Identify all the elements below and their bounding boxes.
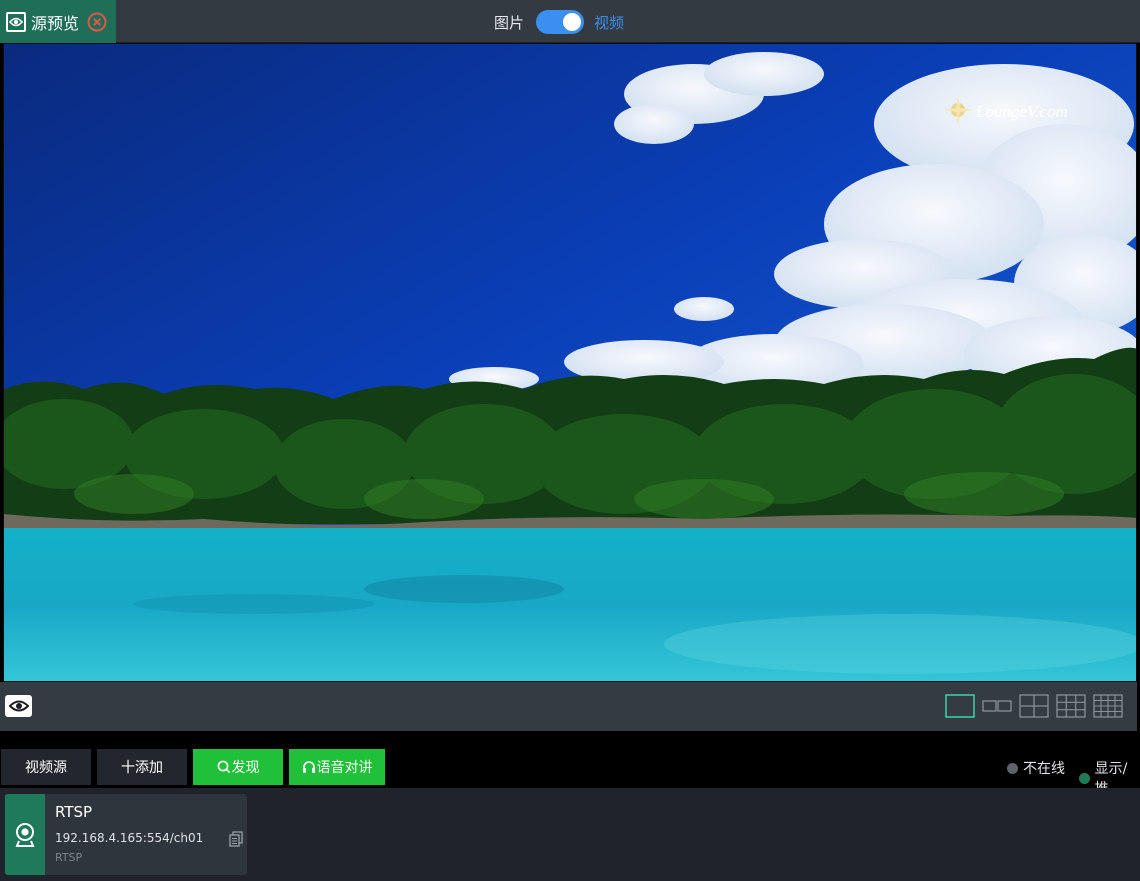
display-dot — [1079, 772, 1090, 784]
mode-toggle: 图片 视频 — [494, 9, 624, 35]
source-protocol: RTSP — [55, 851, 83, 864]
preview-image: LoungeV.com — [4, 44, 1136, 681]
search-icon — [217, 760, 230, 774]
eye-icon — [8, 700, 29, 712]
layout-9-icon[interactable] — [1056, 694, 1086, 718]
discover-label: 发现 — [231, 760, 260, 776]
close-circle-icon[interactable] — [87, 12, 107, 32]
eye-icon — [6, 11, 26, 32]
source-list: RTSP 192.168.4.165:554/ch01 RTSP — [0, 788, 1140, 881]
video-source-button[interactable]: 视频源 — [1, 749, 91, 785]
preview-control-bar — [0, 682, 1137, 731]
top-bar: 源预览 图片 视频 — [0, 0, 1140, 43]
mode-video-label[interactable]: 视频 — [594, 12, 624, 33]
voice-talk-label: 语音对讲 — [316, 760, 373, 776]
legend-offline: 不在线 — [1007, 758, 1065, 778]
source-name: RTSP — [55, 803, 93, 821]
mode-image-label[interactable]: 图片 — [494, 12, 524, 33]
headset-icon — [302, 761, 315, 773]
add-button[interactable]: 十添加 — [97, 749, 187, 785]
layout-4-icon[interactable] — [1019, 694, 1049, 718]
legend-offline-label: 不在线 — [1023, 761, 1065, 777]
add-label: 十添加 — [121, 760, 163, 776]
webcam-icon — [15, 822, 35, 847]
offline-dot — [1007, 762, 1018, 774]
source-card-strip — [5, 794, 45, 875]
video-preview[interactable]: LoungeV.com — [3, 43, 1137, 682]
source-card[interactable]: RTSP 192.168.4.165:554/ch01 RTSP — [5, 794, 247, 875]
source-toolbar: 视频源 十添加 发现 语音对讲 不在线 显示/推 — [0, 746, 1140, 797]
voice-talk-button[interactable]: 语音对讲 — [289, 749, 385, 785]
watermark-text: LoungeV.com — [975, 102, 1068, 121]
discover-button[interactable]: 发现 — [193, 749, 283, 785]
layout-16-icon[interactable] — [1093, 694, 1123, 718]
mode-switch[interactable] — [536, 10, 585, 34]
source-address: 192.168.4.165:554/ch01 — [55, 831, 204, 845]
source-preview-tab[interactable]: 源预览 — [0, 0, 116, 43]
copy-icon[interactable] — [229, 831, 243, 847]
toggle-visibility-button[interactable] — [5, 695, 32, 717]
layout-1-icon[interactable] — [945, 694, 975, 718]
switch-knob — [563, 13, 582, 31]
video-source-label: 视频源 — [25, 760, 67, 776]
tab-label: 源预览 — [31, 13, 80, 33]
layout-switcher — [945, 694, 1123, 718]
layout-2-icon[interactable] — [982, 694, 1012, 718]
